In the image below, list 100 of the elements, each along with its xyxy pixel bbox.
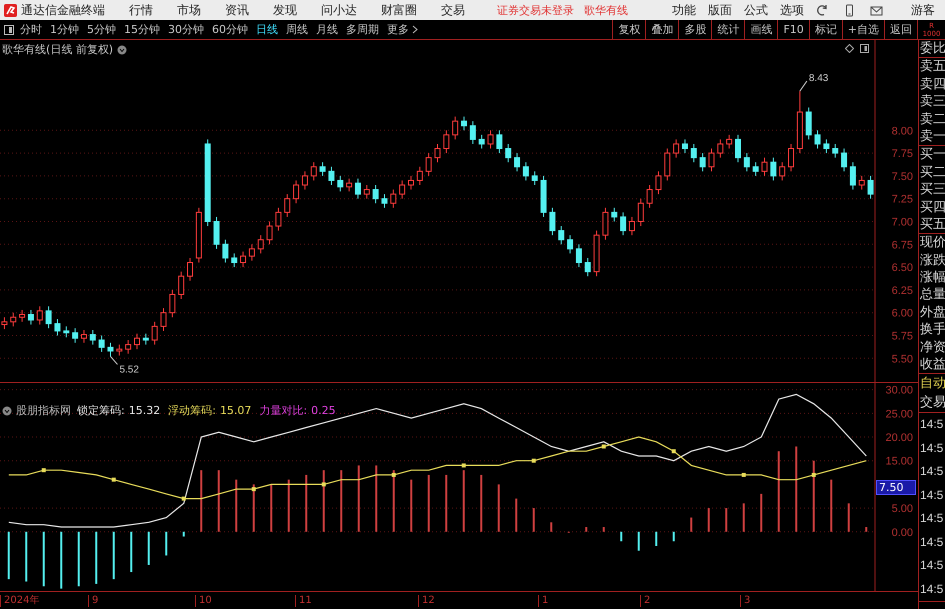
candlestick xyxy=(169,289,176,318)
histogram-bar xyxy=(112,532,115,580)
period-tab[interactable]: 月线 xyxy=(316,22,338,37)
period-tab[interactable]: 多周期 xyxy=(346,22,379,37)
more-link[interactable]: 更多 xyxy=(387,22,409,37)
user-label[interactable]: 游客 xyxy=(911,2,935,18)
histogram-bar xyxy=(340,470,342,532)
legend-value: 0.25 xyxy=(311,404,336,417)
axis-tick-label: 8.00 xyxy=(892,125,913,138)
candlestick xyxy=(248,244,255,262)
menu-item[interactable]: 版面 xyxy=(708,2,732,18)
candlestick xyxy=(116,344,122,356)
period-tab[interactable]: 1分钟 xyxy=(50,22,79,37)
dropdown-icon[interactable] xyxy=(117,44,128,54)
candlestick xyxy=(735,134,741,163)
candlestick xyxy=(682,138,688,154)
candlestick xyxy=(594,230,600,277)
period-tab[interactable]: 周线 xyxy=(286,22,308,37)
histogram-bar xyxy=(25,532,28,582)
candlestick xyxy=(426,152,432,176)
candlestick xyxy=(690,143,697,163)
diamond-icon[interactable] xyxy=(845,44,854,53)
refresh-icon[interactable] xyxy=(816,4,829,16)
axis-tick-label: 5.75 xyxy=(892,330,913,342)
axis-tick-label: 6.75 xyxy=(892,239,913,252)
price-marker-label: 5.52 xyxy=(119,364,139,376)
axis-tick-label: 30.00 xyxy=(885,384,913,397)
period-tab[interactable]: 分时 xyxy=(20,22,42,37)
candlestick xyxy=(72,328,78,344)
menu-item[interactable]: 发现 xyxy=(271,2,299,18)
axis-tick-label: 6.00 xyxy=(892,308,913,320)
histogram-bar xyxy=(515,498,518,532)
period-tab[interactable]: 5分钟 xyxy=(87,22,116,37)
menu-item[interactable]: 市场 xyxy=(175,2,203,18)
candlestick xyxy=(328,166,334,186)
menu-item[interactable]: 资讯 xyxy=(223,2,251,18)
histogram-bar xyxy=(305,474,308,532)
quote-field-label: 自动 xyxy=(919,375,945,394)
menu-item[interactable]: 选项 xyxy=(780,2,804,18)
candlestick xyxy=(673,138,680,158)
candlestick xyxy=(584,257,591,277)
candlestick xyxy=(522,162,529,181)
period-tab[interactable]: 30分钟 xyxy=(168,22,204,37)
histogram-bar xyxy=(812,460,815,532)
candlestick xyxy=(187,257,194,282)
quote-field-label: 委比 xyxy=(919,40,945,58)
candlestick xyxy=(19,309,26,322)
menu-item[interactable]: 公式 xyxy=(744,2,768,18)
menu-item[interactable]: 行情 xyxy=(127,2,155,18)
histogram-bar xyxy=(830,480,832,532)
axis-tick-label: 15.00 xyxy=(885,456,913,468)
menu-item[interactable]: 功能 xyxy=(672,2,696,18)
histogram-bar xyxy=(392,470,395,532)
histogram-bar xyxy=(95,532,98,584)
candlestick xyxy=(762,157,768,176)
period-tab[interactable]: 15分钟 xyxy=(124,22,160,37)
menu-item[interactable]: 财富圈 xyxy=(379,2,419,18)
candlestick xyxy=(160,308,166,332)
candlestick xyxy=(611,207,618,222)
axis-tick-label: 7.75 xyxy=(892,148,913,160)
mail-icon[interactable] xyxy=(870,4,883,16)
menu-item[interactable]: 交易 xyxy=(439,2,467,18)
histogram-bar xyxy=(60,532,62,589)
candlestick xyxy=(125,340,132,354)
histogram-bar xyxy=(480,474,482,532)
axis-tick-label: 7.00 xyxy=(892,216,913,228)
histogram-bar xyxy=(655,532,658,546)
phone-icon[interactable] xyxy=(843,4,856,16)
histogram-bar xyxy=(602,527,605,532)
histogram-bar xyxy=(865,527,868,532)
histogram-bar xyxy=(550,522,552,532)
candlestick xyxy=(532,170,538,186)
histogram-bar xyxy=(760,494,762,532)
indicator-name: 股朋指标网 xyxy=(16,403,71,418)
panel-toggle-icon[interactable] xyxy=(4,24,14,34)
menu-item[interactable]: 问小达 xyxy=(319,2,359,18)
candlestick xyxy=(646,184,653,208)
axis-tick-label: 6.50 xyxy=(892,262,913,274)
candlestick xyxy=(240,251,246,268)
candlestick xyxy=(478,134,485,150)
quote-field-label: 卖四 xyxy=(919,76,945,94)
quote-field-label: 卖一 xyxy=(919,128,945,146)
date-axis-label: 12 xyxy=(418,595,435,607)
histogram-bar xyxy=(182,532,185,536)
date-axis-label: 2 xyxy=(640,595,650,607)
histogram-bar xyxy=(42,532,45,586)
candlestick xyxy=(90,330,96,346)
period-tab[interactable]: 60分钟 xyxy=(212,22,248,37)
axis-tick-label: 7.50 xyxy=(892,170,913,183)
quote-field-label: 14:5 xyxy=(919,486,944,504)
axis-tick-label: 0.00 xyxy=(892,526,913,539)
panel-toggle-icon[interactable] xyxy=(860,44,869,53)
histogram-bar xyxy=(848,503,850,532)
dropdown-icon[interactable] xyxy=(2,406,12,416)
axis-tick-label: 20.00 xyxy=(885,432,913,444)
candlestick xyxy=(354,178,361,200)
histogram-bar xyxy=(270,484,272,532)
histogram-bar xyxy=(690,518,692,532)
quote-field-label: 14:5 xyxy=(919,534,944,551)
period-tab[interactable]: 日线 xyxy=(256,22,278,37)
